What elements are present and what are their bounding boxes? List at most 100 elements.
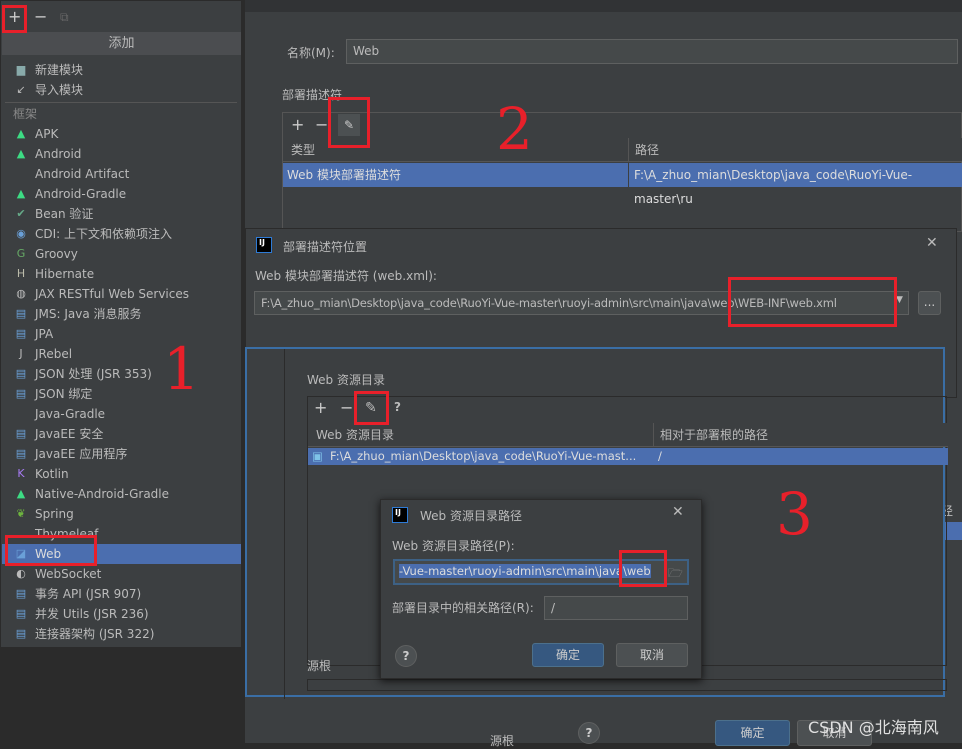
annotation-box bbox=[619, 550, 667, 587]
add-resource-button[interactable]: + bbox=[314, 398, 327, 417]
menu-item[interactable]: ✔ Bean 验证 bbox=[13, 204, 241, 224]
bean-icon: ✔ bbox=[16, 207, 26, 220]
menu-item[interactable]: ▤ JPA bbox=[13, 324, 241, 344]
menu-item-label: JavaEE 安全 bbox=[35, 427, 104, 441]
menu-item-label: CDI: 上下文和依赖项注入 bbox=[35, 227, 173, 241]
menu-item-label: JSON 绑定 bbox=[35, 387, 93, 401]
rel-input[interactable]: / bbox=[544, 596, 688, 620]
menu-item-label: JAX RESTful Web Services bbox=[35, 287, 189, 301]
add-descriptor-button[interactable]: + bbox=[291, 115, 304, 134]
menu-item-label: Hibernate bbox=[35, 267, 95, 281]
menu-item[interactable]: G Groovy bbox=[13, 244, 241, 264]
menu-item[interactable]: K Kotlin bbox=[13, 464, 241, 484]
menu-item-label: Spring bbox=[35, 507, 74, 521]
menu-item[interactable]: ▲ Android bbox=[13, 144, 241, 164]
col-type: 类型 bbox=[291, 143, 316, 157]
label: 新建模块 bbox=[35, 63, 84, 77]
menu-item[interactable]: H Hibernate bbox=[13, 264, 241, 284]
javaee-icon: ▤ bbox=[15, 587, 27, 600]
name-input[interactable]: Web bbox=[346, 39, 958, 64]
menu-item[interactable]: ▤ JSON 绑定 bbox=[13, 384, 241, 404]
annotation-box bbox=[354, 391, 389, 425]
ok-button[interactable]: 确定 bbox=[715, 720, 790, 746]
folder-browse-icon[interactable]: 🗁 bbox=[668, 564, 683, 585]
spring-icon: ❦ bbox=[16, 507, 26, 520]
menu-item[interactable]: ❦ Spring bbox=[13, 504, 241, 524]
kotlin-icon: K bbox=[17, 467, 25, 480]
table-row[interactable]: Web 模块部署描述符 F:\A_zhuo_mian\Desktop\java_… bbox=[283, 163, 962, 211]
rel-label: 部署目录中的相关路径(R): bbox=[392, 601, 534, 615]
ok-button[interactable]: 确定 bbox=[532, 643, 604, 667]
row-type: Web 模块部署描述符 bbox=[287, 168, 401, 182]
globe-icon: ◍ bbox=[16, 287, 26, 300]
col-path: 路径 bbox=[628, 138, 659, 162]
help-button[interactable]: ? bbox=[578, 722, 600, 744]
annotation-box bbox=[328, 97, 370, 148]
row-rel: / bbox=[658, 449, 662, 463]
menu-item[interactable]: ▤ 并发 Utils (JSR 236) bbox=[13, 604, 241, 624]
folder-icon: ▣ bbox=[312, 449, 323, 463]
menu-item-label: JRebel bbox=[35, 347, 73, 361]
menu-item[interactable]: ◉ CDI: 上下文和依赖项注入 bbox=[13, 224, 241, 244]
json-icon: ▤ bbox=[15, 387, 27, 400]
remove-button[interactable]: − bbox=[34, 7, 47, 26]
menu-item-label: Kotlin bbox=[35, 467, 69, 481]
import-icon: ↙ bbox=[16, 83, 26, 96]
remove-resource-button[interactable]: − bbox=[340, 398, 353, 417]
annotation-box bbox=[2, 5, 27, 33]
close-button[interactable]: ✕ bbox=[672, 504, 684, 520]
copy-button[interactable]: ⧉ bbox=[60, 10, 69, 25]
menu-item[interactable]: Android Artifact bbox=[13, 164, 241, 184]
menu-item[interactable]: ▤ JMS: Java 消息服务 bbox=[13, 304, 241, 324]
table-row[interactable]: ▣ F:\A_zhuo_mian\Desktop\java_code\RuoYi… bbox=[308, 448, 948, 465]
menu-item[interactable]: ▤ JavaEE 安全 bbox=[13, 424, 241, 444]
dialog-title: 部署描述符位置 bbox=[283, 240, 368, 254]
menu-item-import-module[interactable]: ↙ 导入模块 bbox=[13, 80, 241, 100]
menu-item-new-module[interactable]: ▆ 新建模块 bbox=[13, 60, 241, 80]
menu-item[interactable]: ▤ 连接器架构 (JSR 322) bbox=[13, 624, 241, 644]
help-button[interactable]: ? bbox=[394, 400, 401, 414]
cdi-icon: ◉ bbox=[16, 227, 26, 240]
menu-item[interactable]: ▤ JavaEE 应用程序 bbox=[13, 444, 241, 464]
android-icon: ▲ bbox=[16, 127, 26, 140]
descriptors-table: + − ✎ 类型 路径 Web 模块部署描述符 F:\A_zhuo_mian\D… bbox=[282, 112, 962, 232]
annotation-box bbox=[728, 277, 897, 327]
chevron-down-icon[interactable]: ▼ bbox=[896, 295, 903, 305]
menu-item-label: Java-Gradle bbox=[35, 407, 106, 421]
intellij-icon: IJ bbox=[256, 237, 272, 253]
jpa-icon: ▤ bbox=[15, 327, 27, 340]
menu-item[interactable]: Java-Gradle bbox=[13, 404, 241, 424]
close-button[interactable]: ✕ bbox=[926, 235, 938, 251]
resources-title: Web 资源目录 bbox=[307, 373, 385, 387]
jrebel-icon: J bbox=[19, 347, 23, 360]
menu-item-label: Bean 验证 bbox=[35, 207, 94, 221]
json-icon: ▤ bbox=[15, 367, 27, 380]
source-roots-title: 源根 bbox=[307, 659, 332, 673]
remove-descriptor-button[interactable]: − bbox=[315, 115, 328, 134]
menu-item[interactable]: J JRebel bbox=[13, 344, 241, 364]
menu-item-label: Native-Android-Gradle bbox=[35, 487, 170, 501]
descriptor-label: Web 模块部署描述符 (web.xml): bbox=[255, 269, 437, 283]
menu-item[interactable]: ▲ Native-Android-Gradle bbox=[13, 484, 241, 504]
cancel-button[interactable]: 取消 bbox=[616, 643, 688, 667]
menu-item[interactable]: ▲ Android-Gradle bbox=[13, 184, 241, 204]
intellij-icon: IJ bbox=[392, 507, 408, 523]
annotation-box bbox=[5, 535, 97, 566]
resource-path-dialog: IJ Web 资源目录路径 ✕ Web 资源目录路径(P): -Vue-mast… bbox=[380, 499, 702, 679]
menu-item[interactable]: ▤ 事务 API (JSR 907) bbox=[13, 584, 241, 604]
menu-item-label: JMS: Java 消息服务 bbox=[35, 307, 142, 321]
menu-item-label: Groovy bbox=[35, 247, 78, 261]
help-button[interactable]: ? bbox=[395, 645, 417, 667]
menu-item-label: Android bbox=[35, 147, 82, 161]
label: 导入模块 bbox=[35, 83, 84, 97]
menu-item-label: 事务 API (JSR 907) bbox=[35, 587, 142, 601]
folder-icon: ▆ bbox=[16, 63, 26, 76]
menu-item[interactable]: ◐ WebSocket bbox=[13, 564, 241, 584]
menu-item-label: WebSocket bbox=[35, 567, 102, 581]
menu-item[interactable]: ◍ JAX RESTful Web Services bbox=[13, 284, 241, 304]
menu-item-label: 连接器架构 (JSR 322) bbox=[35, 627, 155, 641]
menu-item[interactable]: ▤ JSON 处理 (JSR 353) bbox=[13, 364, 241, 384]
menu-item[interactable]: ▲ APK bbox=[13, 124, 241, 144]
name-label: 名称(M): bbox=[287, 46, 335, 60]
browse-button[interactable]: ... bbox=[918, 291, 941, 315]
